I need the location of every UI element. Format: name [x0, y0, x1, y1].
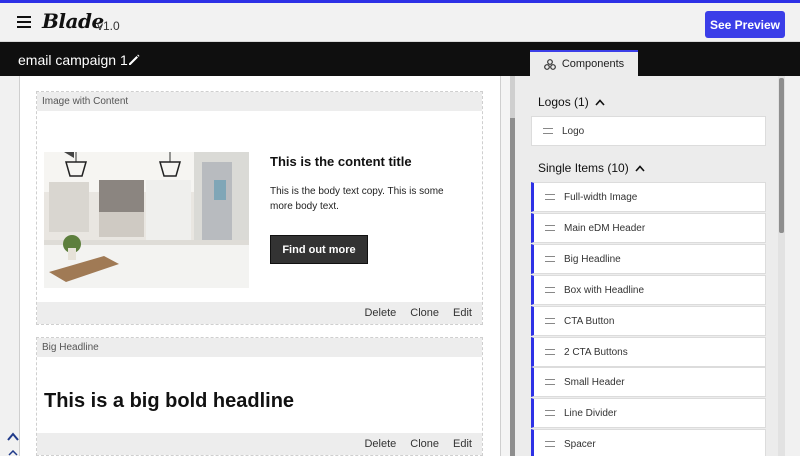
component-label: Spacer [564, 438, 596, 450]
drag-handle-icon[interactable] [545, 379, 555, 385]
component-item-cta-button[interactable]: CTA Button [531, 306, 766, 336]
component-label: Main eDM Header [564, 222, 646, 234]
drag-handle-icon[interactable] [543, 128, 553, 134]
content-title: This is the content title [270, 154, 412, 169]
group-title: Logos (1) [538, 95, 589, 109]
block-actions: Delete Clone Edit [37, 302, 482, 324]
drag-handle-icon[interactable] [545, 318, 555, 324]
group-title: Single Items (10) [538, 161, 629, 175]
component-item-full-width-image[interactable]: Full-width Image [531, 182, 766, 212]
see-preview-button[interactable]: See Preview [705, 11, 785, 38]
block-big-headline[interactable]: Big Headline This is a big bold headline… [36, 337, 483, 456]
campaign-title: email campaign 1 [18, 52, 128, 68]
block-actions: Delete Clone Edit [37, 433, 482, 455]
find-out-more-button[interactable]: Find out more [270, 235, 368, 264]
component-label: 2 CTA Buttons [564, 346, 628, 358]
drag-handle-icon[interactable] [545, 225, 555, 231]
components-icon [543, 58, 556, 70]
group-single-items-header[interactable]: Single Items (10) [538, 161, 645, 175]
edit-pencil-icon[interactable] [127, 53, 141, 67]
clone-action[interactable]: Clone [410, 307, 439, 319]
menu-icon[interactable] [17, 16, 31, 28]
app-version: v1.0 [97, 19, 120, 33]
drag-handle-icon[interactable] [545, 441, 555, 447]
component-item-small-header[interactable]: Small Header [531, 367, 766, 397]
big-headline-text: This is a big bold headline [44, 390, 295, 412]
component-label: Logo [562, 125, 585, 137]
kitchen-image [44, 152, 249, 288]
component-label: Box with Headline [564, 284, 645, 296]
chevron-up-icon [635, 164, 645, 172]
clone-action[interactable]: Clone [410, 438, 439, 450]
component-item-line-divider[interactable]: Line Divider [531, 398, 766, 428]
component-item-logo[interactable]: Logo [531, 116, 766, 146]
tab-components[interactable]: Components [530, 50, 638, 76]
drag-handle-icon[interactable] [545, 410, 555, 416]
drag-handle-icon[interactable] [545, 256, 555, 262]
block-label: Image with Content [37, 92, 482, 111]
drag-handle-icon[interactable] [545, 287, 555, 293]
component-label: Line Divider [564, 407, 617, 419]
chevron-up-icon [595, 98, 605, 106]
component-label: Full-width Image [564, 191, 638, 203]
edit-action[interactable]: Edit [453, 438, 472, 450]
component-label: CTA Button [564, 315, 615, 327]
component-item-spacer[interactable]: Spacer [531, 429, 766, 456]
app-logo: Blade [42, 9, 104, 33]
drag-handle-icon[interactable] [545, 349, 555, 355]
component-label: Big Headline [564, 253, 621, 265]
app-bar: Blade v1.0 See Preview [0, 3, 800, 42]
component-item-2-cta-buttons[interactable]: 2 CTA Buttons [531, 337, 766, 367]
component-item-main-edm-header[interactable]: Main eDM Header [531, 213, 766, 243]
canvas-gutter [501, 76, 510, 456]
block-image-with-content[interactable]: Image with Content This is the content t… [36, 91, 483, 325]
sidebar-scrollbar-thumb[interactable] [779, 78, 784, 233]
component-item-big-headline[interactable]: Big Headline [531, 244, 766, 274]
campaign-bar: email campaign 1 Components [0, 42, 800, 76]
block-label: Big Headline [37, 338, 482, 357]
tab-components-label: Components [561, 58, 625, 70]
edit-action[interactable]: Edit [453, 307, 472, 319]
drag-handle-icon[interactable] [545, 194, 555, 200]
component-item-box-with-headline[interactable]: Box with Headline [531, 275, 766, 305]
chevron-small-icon [8, 450, 18, 456]
scroll-up-chevron-icon[interactable] [7, 432, 19, 442]
group-logos-header[interactable]: Logos (1) [538, 95, 605, 109]
component-label: Small Header [564, 376, 625, 388]
delete-action[interactable]: Delete [364, 307, 396, 319]
delete-action[interactable]: Delete [364, 438, 396, 450]
content-body: This is the body text copy. This is some… [270, 186, 444, 212]
